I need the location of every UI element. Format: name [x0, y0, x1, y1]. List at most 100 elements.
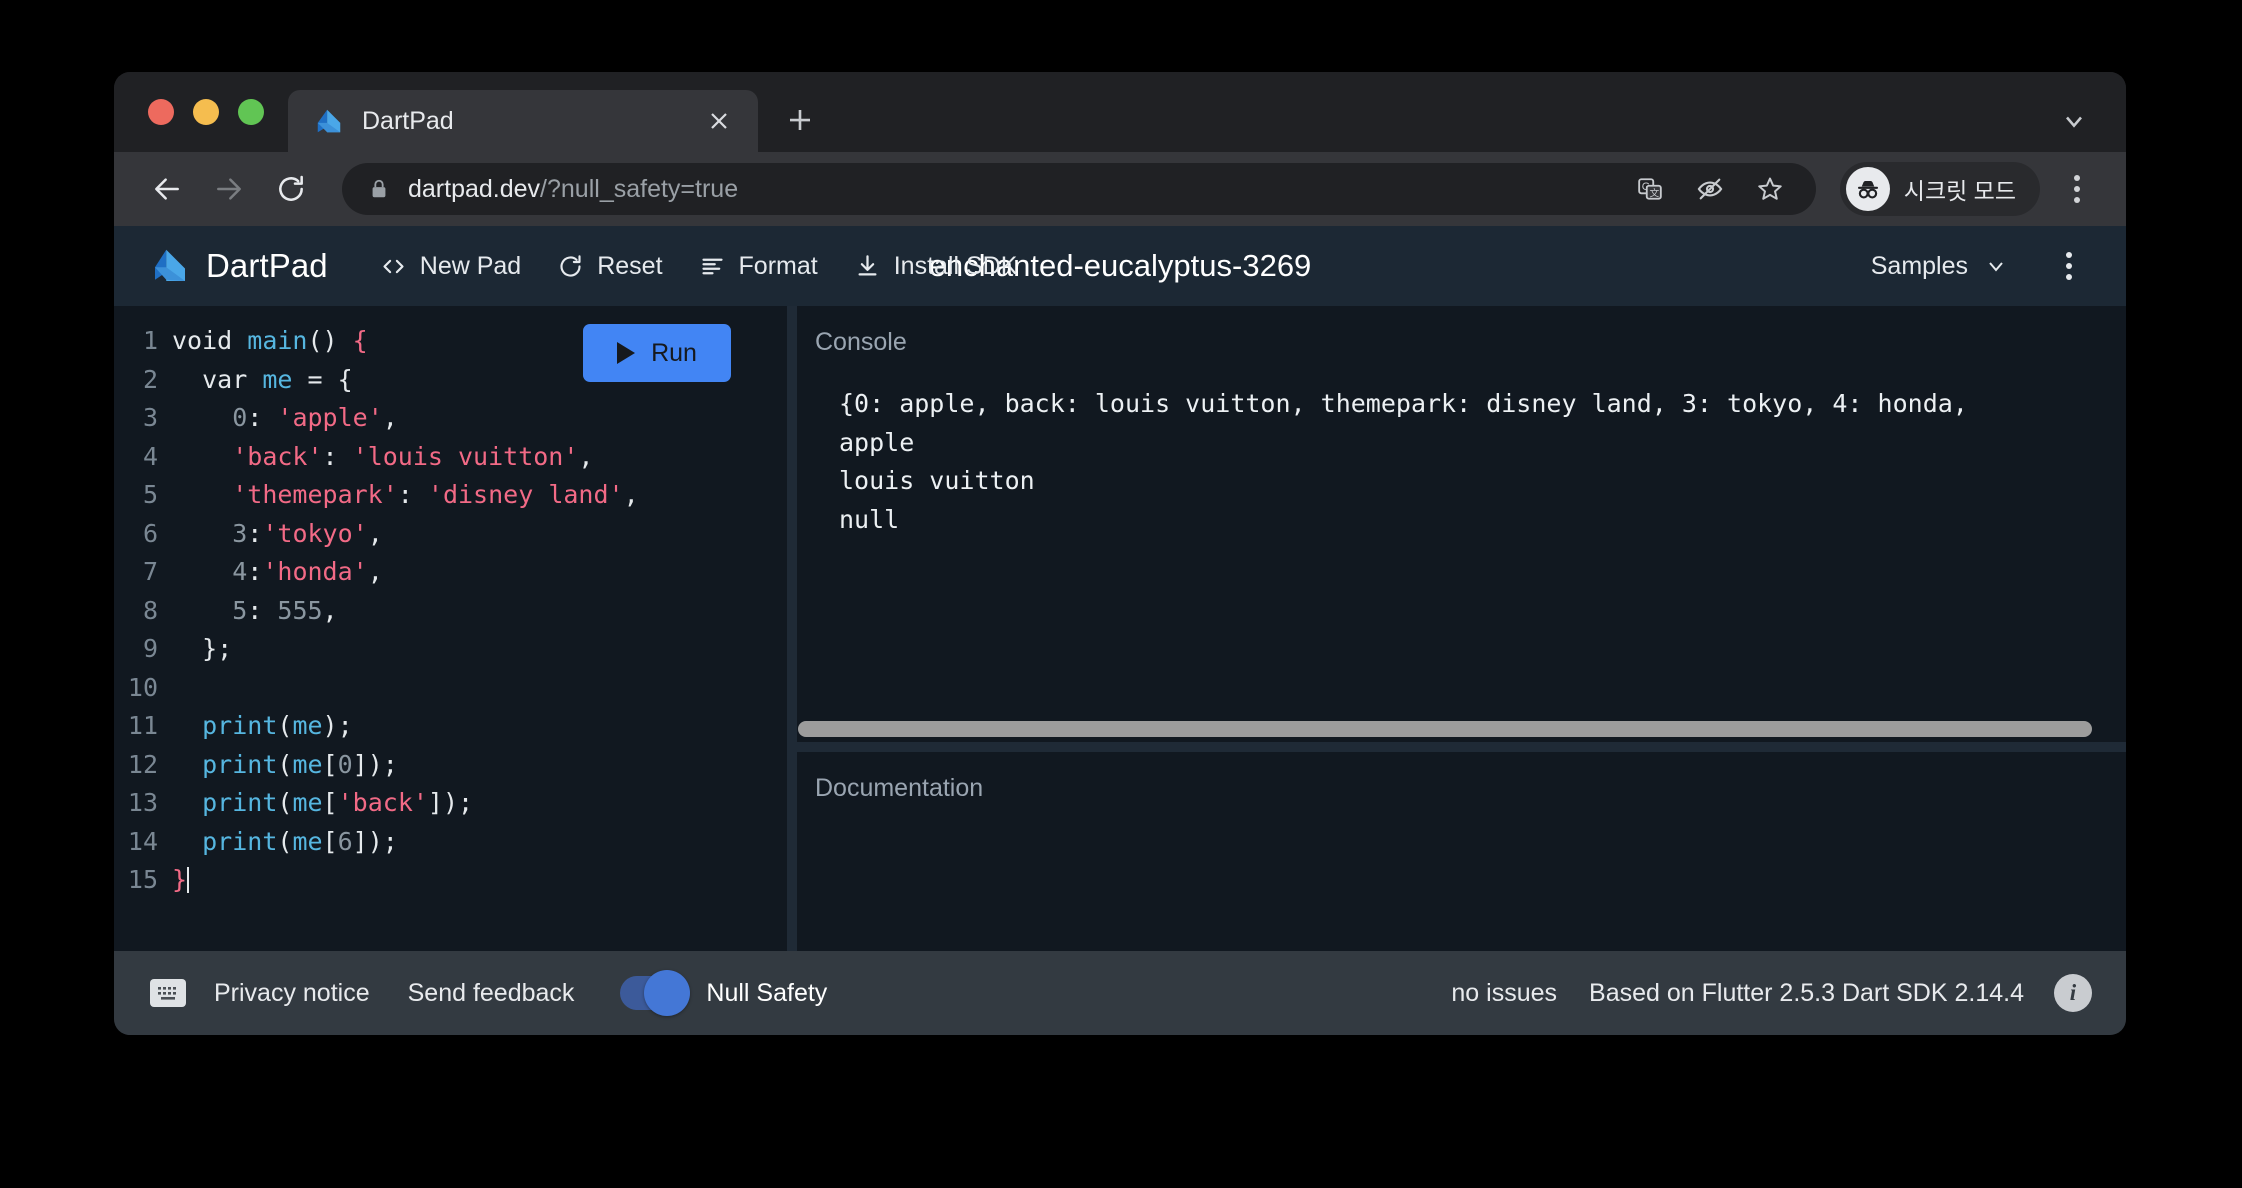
code-line: 10 — [114, 669, 787, 708]
info-icon[interactable]: i — [2054, 974, 2092, 1012]
new-pad-label: New Pad — [419, 251, 522, 280]
line-content: print(me[0]); — [202, 749, 398, 779]
dartpad-body: 1 void main() {2 var me = {3 0: 'apple', 4… — [114, 306, 2126, 951]
line-number: 6 — [142, 518, 158, 548]
code-line: 3 0: 'apple', — [114, 399, 787, 438]
install-sdk-button[interactable]: Install SDK — [836, 246, 1036, 287]
line-number: 7 — [142, 557, 158, 586]
window-controls — [114, 72, 288, 152]
console-horizontal-scrollbar[interactable] — [797, 716, 2126, 742]
browser-window: DartPad dartpad.dev/?null_safety=true 文 … — [114, 72, 2126, 1035]
maximize-window-button[interactable] — [238, 99, 264, 125]
address-bar-url: dartpad.dev/?null_safety=true — [408, 175, 738, 204]
new-pad-button[interactable]: New Pad — [362, 246, 539, 287]
output-panels: Console {0: apple, back: louis vuitton, … — [797, 306, 2126, 951]
install-sdk-label: Install SDK — [893, 251, 1018, 280]
issues-status: no issues — [1451, 978, 1558, 1007]
line-content: var me = { — [202, 364, 353, 394]
svg-text:文: 文 — [1649, 187, 1659, 200]
footer-right: no issues Based on Flutter 2.5.3 Dart SD… — [1451, 974, 2092, 1012]
browser-menu-button[interactable] — [2052, 161, 2102, 217]
incognito-label: 시크릿 모드 — [1903, 178, 2016, 204]
dartpad-brand: DartPad — [150, 246, 328, 286]
code-editor[interactable]: 1 void main() {2 var me = {3 0: 'apple', 4… — [114, 306, 787, 951]
code-line: 12 print(me[0]); — [114, 746, 787, 785]
line-number: 2 — [142, 364, 158, 394]
dartpad-footer: Privacy notice Send feedback Null Safety… — [114, 951, 2126, 1035]
line-content: 'back': 'louis vuitton', — [232, 441, 594, 471]
browser-tab-dartpad[interactable]: DartPad — [288, 90, 758, 152]
line-number: 1 — [142, 326, 158, 355]
minimize-window-button[interactable] — [193, 99, 219, 125]
send-feedback-link[interactable]: Send feedback — [408, 979, 575, 1008]
line-number: 15 — [127, 865, 158, 894]
code-line: 9 }; — [114, 630, 787, 669]
download-icon — [854, 253, 881, 280]
url-host: dartpad.dev — [408, 174, 541, 203]
null-safety-label: Null Safety — [706, 978, 828, 1007]
horizontal-splitter[interactable] — [797, 742, 2126, 752]
close-tab-button[interactable] — [702, 104, 736, 138]
chevron-down-icon — [1984, 254, 2008, 278]
code-line: 15} — [114, 861, 787, 900]
line-number: 14 — [127, 826, 158, 856]
null-safety-toggle[interactable] — [620, 970, 691, 1016]
code-line: 8 5: 555, — [114, 592, 787, 631]
line-number: 11 — [127, 711, 158, 740]
forward-button[interactable] — [198, 158, 260, 220]
dartpad-brand-label: DartPad — [206, 247, 328, 284]
eye-off-icon[interactable] — [1688, 167, 1732, 211]
back-button[interactable] — [136, 158, 198, 220]
close-window-button[interactable] — [148, 99, 174, 125]
scrollbar-thumb[interactable] — [798, 721, 2092, 737]
documentation-panel: Documentation — [797, 752, 2126, 951]
lock-icon — [368, 178, 390, 200]
dartpad-header-right: Samples — [1857, 240, 2092, 292]
line-number: 5 — [142, 480, 158, 509]
format-button[interactable]: Format — [681, 246, 836, 287]
samples-label: Samples — [1870, 251, 1968, 280]
omnibox-actions: G 文 — [1628, 167, 1792, 211]
code-brackets-icon — [380, 253, 407, 280]
address-bar[interactable]: dartpad.dev/?null_safety=true G 文 — [342, 163, 1816, 215]
play-icon — [617, 342, 636, 364]
refresh-icon — [557, 253, 584, 280]
tab-title: DartPad — [362, 106, 454, 135]
privacy-notice-link[interactable]: Privacy notice — [214, 979, 370, 1008]
line-number: 10 — [127, 672, 158, 702]
line-content: void main() { — [172, 326, 368, 355]
line-content: } — [172, 865, 190, 894]
reset-button[interactable]: Reset — [539, 246, 680, 287]
line-number: 12 — [127, 749, 158, 779]
reload-button[interactable] — [260, 158, 322, 220]
line-content: 3:'tokyo', — [232, 518, 383, 548]
dartpad-header: enchanted-eucalyptus-3269 DartPad New Pa… — [114, 226, 2126, 306]
new-tab-button[interactable] — [776, 96, 824, 144]
incognito-mode-chip[interactable]: 시크릿 모드 — [1839, 162, 2040, 216]
chevron-down-icon[interactable] — [2044, 90, 2104, 152]
sdk-version-info: Based on Flutter 2.5.3 Dart SDK 2.14.4 — [1589, 978, 2024, 1007]
line-number: 4 — [142, 441, 158, 471]
line-number: 8 — [142, 595, 158, 625]
dartpad-menu-button[interactable] — [2046, 240, 2092, 292]
translate-icon[interactable]: G 文 — [1628, 167, 1672, 211]
run-label: Run — [651, 338, 697, 367]
console-panel: Console {0: apple, back: louis vuitton, … — [797, 306, 2126, 742]
run-button[interactable]: Run — [583, 324, 731, 382]
code-line: 7 4:'honda', — [114, 553, 787, 592]
url-path: /?null_safety=true — [540, 174, 739, 203]
code-line: 5 'themepark': 'disney land', — [114, 476, 787, 515]
line-content: print(me); — [202, 711, 353, 740]
code-line: 13 print(me['back']); — [114, 784, 787, 823]
line-number: 13 — [127, 788, 158, 817]
dart-logo-icon — [314, 106, 344, 136]
line-content: print(me[6]); — [202, 826, 398, 856]
line-content: 4:'honda', — [232, 557, 383, 586]
samples-dropdown[interactable]: Samples — [1857, 246, 2022, 287]
keyboard-icon[interactable] — [150, 979, 186, 1007]
star-icon[interactable] — [1748, 167, 1792, 211]
vertical-splitter[interactable] — [787, 306, 797, 951]
line-number: 3 — [142, 403, 158, 432]
incognito-icon — [1845, 167, 1890, 211]
code-line: 4 'back': 'louis vuitton', — [114, 438, 787, 477]
